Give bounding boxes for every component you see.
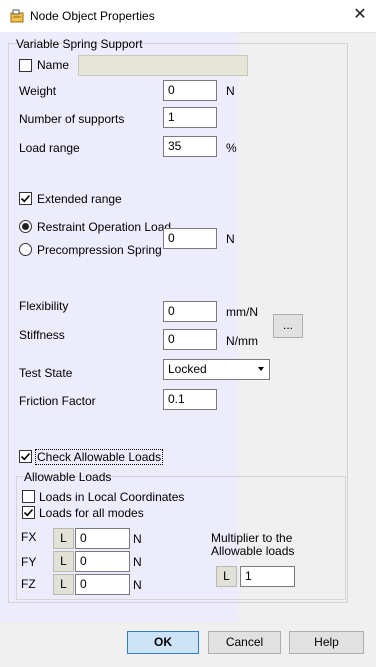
- browse-button[interactable]: ...: [273, 314, 303, 338]
- fy-field[interactable]: 0: [75, 551, 130, 572]
- variable-spring-support-title: Variable Spring Support: [16, 37, 143, 51]
- fx-l-button[interactable]: L: [53, 528, 74, 549]
- precompression-spring-radio[interactable]: [19, 243, 32, 256]
- flexibility-field[interactable]: 0: [163, 301, 217, 322]
- checkmark-icon: [20, 452, 31, 461]
- restraint-operation-radio[interactable]: [19, 220, 32, 233]
- allowable-loads-title: Allowable Loads: [24, 470, 112, 484]
- title-bar: Node Object Properties ✕: [0, 0, 376, 32]
- precompression-spring-label: Precompression Spring: [37, 243, 162, 257]
- friction-factor-field[interactable]: 0.1: [163, 389, 217, 410]
- flexibility-label: Flexibility: [19, 299, 69, 313]
- help-button[interactable]: Help: [289, 631, 364, 654]
- multiplier-label-line1: Multiplier to the: [211, 531, 293, 545]
- weight-field[interactable]: 0: [163, 80, 217, 101]
- load-range-field[interactable]: 35: [163, 136, 217, 157]
- operation-load-unit: N: [226, 232, 235, 246]
- friction-factor-label: Friction Factor: [19, 394, 96, 408]
- test-state-value: Locked: [168, 362, 207, 376]
- chevron-down-icon: [258, 367, 264, 371]
- radio-selected-indicator: [22, 223, 29, 230]
- check-allowable-loads-text: Check Allowable Loads: [34, 449, 164, 465]
- multiplier-field[interactable]: 1: [240, 566, 295, 587]
- loads-all-modes-checkbox[interactable]: [22, 506, 35, 519]
- fy-unit: N: [133, 555, 142, 569]
- close-icon[interactable]: ✕: [351, 6, 369, 24]
- window-title: Node Object Properties: [30, 9, 155, 23]
- supports-field[interactable]: 1: [163, 107, 217, 128]
- extended-range-checkbox[interactable]: [19, 192, 32, 205]
- multiplier-l-button[interactable]: L: [216, 566, 237, 587]
- ok-button[interactable]: OK: [127, 631, 199, 654]
- stiffness-unit: N/mm: [226, 334, 258, 348]
- fz-label: FZ: [21, 577, 36, 591]
- local-coordinates-checkbox[interactable]: [22, 490, 35, 503]
- fy-l-button[interactable]: L: [53, 551, 74, 572]
- stiffness-label: Stiffness: [19, 328, 65, 342]
- extended-range-label: Extended range: [37, 192, 122, 206]
- multiplier-label-line2: Allowable loads: [211, 544, 295, 558]
- fz-field[interactable]: 0: [75, 574, 130, 595]
- check-allowable-loads-label: Check Allowable Loads: [34, 449, 164, 465]
- node-properties-icon: [9, 8, 25, 24]
- stiffness-field[interactable]: 0: [163, 329, 217, 350]
- loads-all-modes-label: Loads for all modes: [39, 506, 144, 520]
- fy-label: FY: [21, 555, 37, 569]
- fz-unit: N: [133, 578, 142, 592]
- cancel-button[interactable]: Cancel: [208, 631, 281, 654]
- supports-label: Number of supports: [19, 112, 125, 126]
- fx-label: FX: [21, 530, 37, 544]
- local-coordinates-label: Loads in Local Coordinates: [39, 490, 185, 504]
- fx-field[interactable]: 0: [75, 528, 130, 549]
- checkmark-icon: [20, 194, 31, 203]
- fz-l-button[interactable]: L: [53, 574, 74, 595]
- weight-unit: N: [226, 84, 235, 98]
- load-range-label: Load range: [19, 141, 80, 155]
- restraint-operation-label: Restraint Operation Load: [37, 220, 172, 234]
- load-range-unit: %: [226, 141, 237, 155]
- name-field[interactable]: [78, 55, 248, 76]
- operation-load-field[interactable]: 0: [163, 228, 217, 249]
- test-state-select[interactable]: Locked: [163, 359, 270, 380]
- check-allowable-loads-checkbox[interactable]: [19, 450, 32, 463]
- fx-unit: N: [133, 532, 142, 546]
- name-checkbox[interactable]: [19, 59, 32, 72]
- weight-label: Weight: [19, 84, 57, 98]
- test-state-label: Test State: [19, 366, 73, 380]
- name-label: Name: [37, 58, 70, 72]
- flexibility-unit: mm/N: [226, 305, 258, 319]
- checkmark-icon: [23, 508, 34, 517]
